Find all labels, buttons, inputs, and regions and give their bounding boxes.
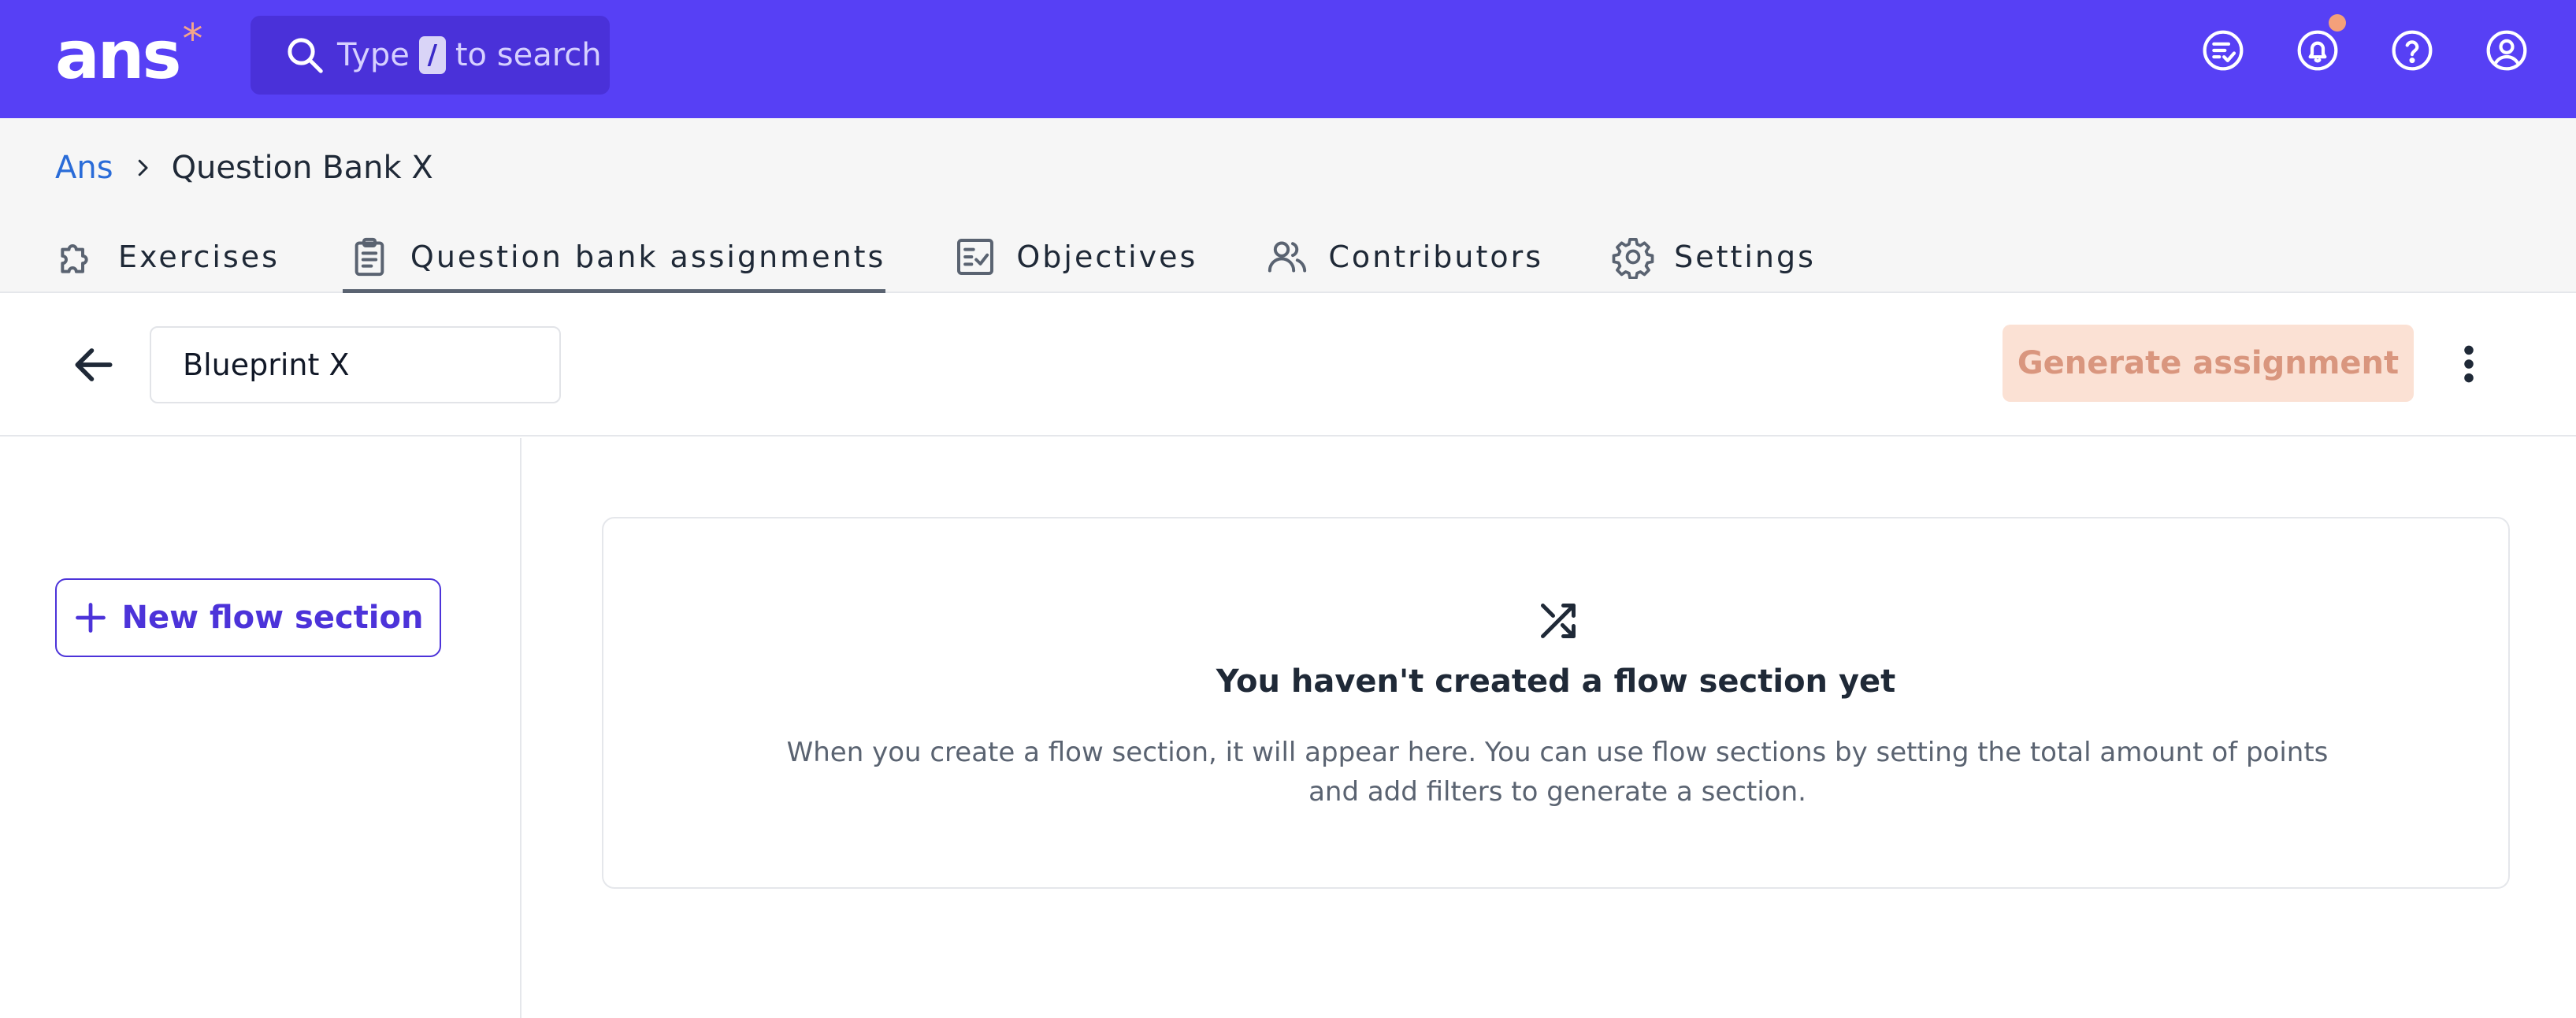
logo-star: * (182, 16, 203, 63)
new-flow-section-label: New flow section (121, 600, 424, 636)
empty-state-description: When you create a flow section, it will … (786, 737, 2329, 808)
help-button[interactable] (2390, 28, 2434, 72)
top-icons (2201, 14, 2529, 72)
logo[interactable]: ans * (55, 16, 203, 94)
search-suffix: to search (455, 37, 602, 73)
notification-dot (2329, 14, 2346, 32)
search-prefix: Type (337, 37, 410, 73)
help-icon (2392, 30, 2433, 71)
gear-icon (1612, 237, 1654, 279)
search-shortcut-key: / (418, 36, 446, 74)
top-bar: ans * Type / to search (0, 0, 2576, 118)
back-button[interactable] (69, 340, 118, 389)
sub-header: Ans Question Bank X Exercises Question b… (0, 118, 2576, 293)
tab-label: Objectives (1016, 240, 1198, 274)
task-list-icon (2203, 30, 2244, 71)
generate-assignment-button[interactable]: Generate assignment (2003, 325, 2414, 402)
tab-objectives[interactable]: Objectives (953, 221, 1265, 293)
tab-exercises[interactable]: Exercises (55, 221, 347, 293)
flow-sections-sidebar: New flow section (0, 438, 522, 1018)
search-icon (288, 38, 323, 73)
notifications-button[interactable] (2296, 14, 2346, 72)
breadcrumb: Ans Question Bank X (55, 150, 433, 186)
tab-label: Exercises (118, 240, 280, 274)
shuffle-icon (1541, 604, 1576, 638)
plus-icon (75, 603, 106, 633)
clipboard-icon (354, 237, 384, 277)
blueprint-toolbar: Generate assignment (0, 293, 2576, 437)
logo-text: ans (55, 17, 181, 94)
more-vertical-icon (2464, 345, 2474, 383)
arrow-left-icon (75, 348, 113, 381)
search-placeholder: Type / to search (337, 36, 602, 74)
user-icon (2486, 30, 2527, 71)
blueprint-name-input[interactable] (150, 326, 561, 403)
tab-bar: Exercises Question bank assignments Obje… (55, 221, 1884, 293)
search-box[interactable]: Type / to search (251, 16, 610, 95)
new-flow-section-button[interactable]: New flow section (55, 578, 441, 657)
tab-question-bank-assignments[interactable]: Question bank assignments (342, 221, 953, 293)
more-options-button[interactable] (2448, 336, 2489, 392)
tab-label: Settings (1674, 240, 1816, 274)
tab-settings[interactable]: Settings (1611, 221, 1884, 293)
breadcrumb-current: Question Bank X (171, 150, 433, 186)
tab-label: Contributors (1328, 240, 1544, 274)
tasks-button[interactable] (2201, 28, 2245, 72)
breadcrumb-root[interactable]: Ans (55, 150, 113, 186)
tab-contributors[interactable]: Contributors (1265, 221, 1611, 293)
tab-label: Question bank assignments (410, 240, 886, 274)
account-button[interactable] (2485, 28, 2529, 72)
puzzle-icon (61, 244, 88, 273)
checklist-icon (957, 239, 994, 275)
chevron-right-icon (138, 159, 148, 176)
bell-icon (2297, 30, 2338, 71)
empty-state-title: You haven't created a flow section yet (1216, 663, 1896, 700)
empty-state-card: You haven't created a flow section yet W… (602, 517, 2510, 889)
users-icon (1268, 241, 1307, 273)
